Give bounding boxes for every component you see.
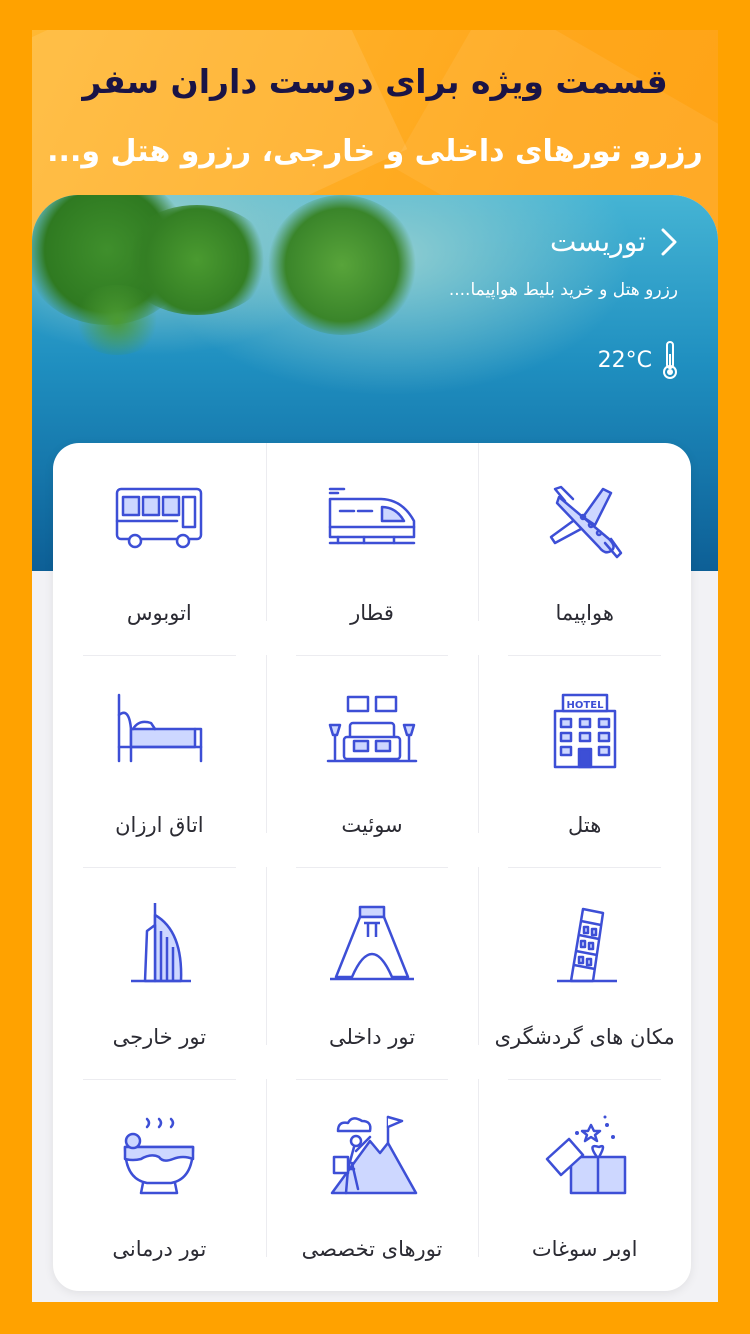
burj-al-arab-icon bbox=[131, 903, 192, 983]
promo-frame: قسمت ویژه برای دوست داران سفر رزرو تورها… bbox=[32, 30, 718, 1302]
service-domestic-tour[interactable]: تور داخلی bbox=[265, 867, 479, 1079]
service-label: سوئیت bbox=[341, 813, 403, 837]
service-foreign-tour[interactable]: تور خارجی bbox=[53, 867, 266, 1079]
services-grid: هواپیما قطار اتوبوس HOTEL هتل سوئیت اتاق… bbox=[53, 443, 691, 1291]
service-medical-tour[interactable]: تور درمانی bbox=[53, 1079, 266, 1291]
service-label: قطار bbox=[350, 601, 394, 625]
service-label: تور داخلی bbox=[328, 1025, 416, 1049]
service-train[interactable]: قطار bbox=[265, 443, 479, 655]
leaning-tower-icon bbox=[556, 907, 617, 983]
suite-icon bbox=[326, 695, 418, 763]
chevron-right-icon bbox=[661, 228, 677, 255]
service-tourist-places[interactable]: مکان های گردشگری bbox=[478, 867, 691, 1079]
city-name: توریست bbox=[549, 225, 646, 258]
azadi-tower-icon bbox=[330, 905, 415, 981]
app-screen: توریست رزرو هتل و خرید بلیط هواپیما.... … bbox=[32, 195, 718, 1302]
city-selector[interactable]: توریست bbox=[449, 225, 678, 258]
service-airplane[interactable]: هواپیما bbox=[478, 443, 691, 655]
service-label: هتل bbox=[568, 813, 602, 837]
bus-icon bbox=[116, 487, 203, 549]
service-label: مکان های گردشگری bbox=[494, 1025, 675, 1049]
service-label: اتاق ارزان bbox=[115, 813, 204, 837]
service-label: تور خارجی bbox=[112, 1025, 207, 1049]
service-souvenir[interactable]: اوبر سوغات bbox=[478, 1079, 691, 1291]
mountain-climber-icon bbox=[330, 1115, 418, 1195]
promo-title: قسمت ویژه برای دوست داران سفر bbox=[82, 62, 668, 101]
service-special-tours[interactable]: تورهای تخصصی bbox=[265, 1079, 479, 1291]
bed-icon bbox=[118, 693, 203, 763]
hero-info: توریست رزرو هتل و خرید بلیط هواپیما.... … bbox=[449, 225, 678, 380]
thermometer-icon bbox=[663, 341, 677, 379]
airplane-icon bbox=[549, 485, 622, 559]
service-cheap-room[interactable]: اتاق ارزان bbox=[53, 655, 266, 867]
service-label: اتوبوس bbox=[126, 601, 192, 625]
service-label: تورهای تخصصی bbox=[301, 1237, 443, 1261]
hot-spring-icon bbox=[124, 1117, 195, 1195]
service-label: هواپیما bbox=[555, 601, 614, 625]
service-label: تور درمانی bbox=[112, 1237, 207, 1261]
weather-widget: 22°C bbox=[449, 340, 678, 380]
hero-tagline: رزرو هتل و خرید بلیط هواپیما.... bbox=[448, 280, 678, 300]
promo-subtitle: رزرو تورهای داخلی و خارجی، رزرو هتل و... bbox=[47, 134, 703, 169]
service-hotel[interactable]: HOTEL هتل bbox=[478, 655, 691, 867]
gift-box-icon bbox=[545, 1115, 626, 1195]
service-bus[interactable]: اتوبوس bbox=[53, 443, 266, 655]
service-label: اوبر سوغات bbox=[531, 1237, 638, 1261]
service-suite[interactable]: سوئیت bbox=[265, 655, 479, 867]
svg-text:HOTEL: HOTEL bbox=[566, 700, 604, 711]
hotel-icon: HOTEL bbox=[553, 693, 616, 769]
temperature: 22°C bbox=[597, 347, 652, 373]
train-icon bbox=[328, 487, 416, 545]
